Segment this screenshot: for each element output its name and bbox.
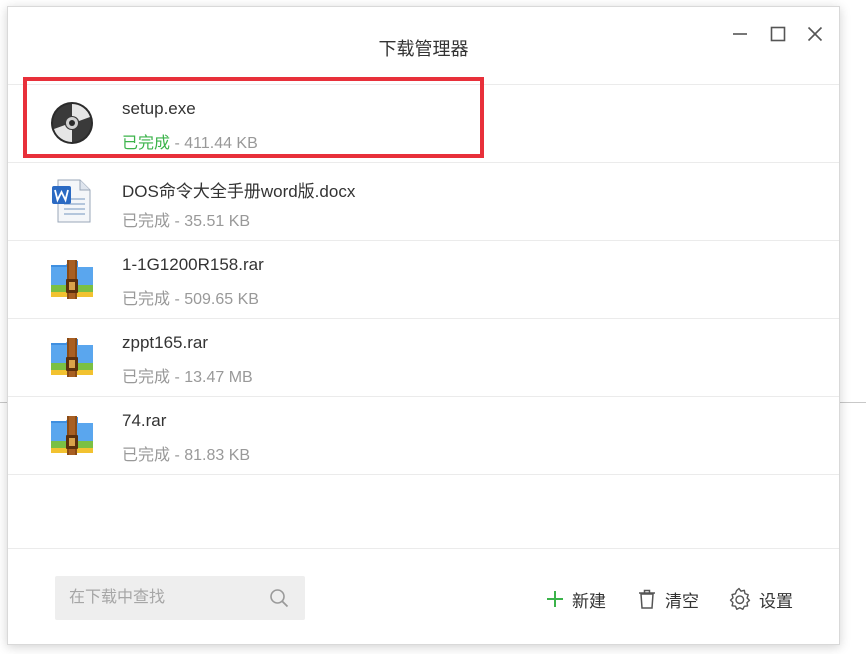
new-download-button[interactable]: 新建 bbox=[546, 586, 606, 612]
rar-archive-icon bbox=[48, 333, 96, 381]
new-label: 新建 bbox=[572, 591, 606, 611]
file-size: 81.83 KB bbox=[184, 447, 251, 464]
meta-separator: - bbox=[170, 447, 185, 464]
file-size: 35.51 KB bbox=[184, 213, 251, 230]
file-meta: 已完成 - 13.47 MB bbox=[122, 363, 253, 387]
clear-label: 清空 bbox=[665, 591, 699, 611]
word-document-icon bbox=[48, 177, 96, 225]
window-title: 下载管理器 bbox=[378, 39, 469, 59]
file-size: 13.47 MB bbox=[184, 369, 253, 386]
file-name: 74.rar bbox=[122, 411, 167, 430]
minimize-icon bbox=[733, 33, 747, 35]
trash-icon bbox=[639, 589, 655, 609]
background-text-fragment bbox=[0, 236, 6, 250]
file-meta: 已完成 - 81.83 KB bbox=[122, 441, 250, 465]
title-bar: 下载管理器 bbox=[8, 7, 839, 85]
minimize-button[interactable] bbox=[727, 21, 753, 47]
maximize-icon bbox=[770, 26, 786, 42]
status-text: 已完成 bbox=[122, 369, 171, 386]
footer-toolbar: 新建 清空 设置 bbox=[8, 548, 839, 645]
file-name: zppt165.rar bbox=[122, 333, 208, 352]
search-box bbox=[55, 576, 305, 620]
meta-separator: - bbox=[170, 291, 185, 308]
clear-button[interactable]: 清空 bbox=[637, 586, 699, 612]
download-item[interactable]: 1-1G1200R158.rar 已完成 - 509.65 KB bbox=[8, 241, 839, 319]
close-button[interactable] bbox=[802, 21, 828, 47]
status-text: 已完成 bbox=[122, 447, 171, 464]
download-list: setup.exe 已完成 - 411.44 KB DOS命令大全手册word版… bbox=[8, 85, 839, 475]
download-manager-window: 下载管理器 setup.exe 已完成 - 411.44 KB DOS命令大全手… bbox=[7, 6, 840, 645]
download-item[interactable]: DOS命令大全手册word版.docx 已完成 - 35.51 KB bbox=[8, 163, 839, 241]
rar-archive-icon bbox=[48, 255, 96, 303]
file-meta: 已完成 - 35.51 KB bbox=[122, 207, 250, 231]
status-text: 已完成 bbox=[122, 135, 171, 152]
status-text: 已完成 bbox=[122, 291, 171, 308]
settings-label: 设置 bbox=[759, 591, 793, 611]
close-icon bbox=[807, 26, 823, 42]
file-size: 411.44 KB bbox=[184, 135, 258, 152]
search-input[interactable] bbox=[55, 576, 269, 620]
meta-separator: - bbox=[170, 369, 185, 386]
rar-archive-icon bbox=[48, 411, 96, 459]
file-name: setup.exe bbox=[122, 99, 196, 118]
file-meta: 已完成 - 411.44 KB bbox=[122, 129, 258, 153]
settings-button[interactable]: 设置 bbox=[727, 586, 793, 612]
download-item[interactable]: setup.exe 已完成 - 411.44 KB bbox=[8, 85, 839, 163]
file-size: 509.65 KB bbox=[184, 291, 259, 308]
file-name: DOS命令大全手册word版.docx bbox=[122, 182, 356, 201]
meta-separator: - bbox=[170, 135, 185, 152]
download-item[interactable]: zppt165.rar 已完成 - 13.47 MB bbox=[8, 319, 839, 397]
download-item[interactable]: 74.rar 已完成 - 81.83 KB bbox=[8, 397, 839, 475]
file-name: 1-1G1200R158.rar bbox=[122, 255, 264, 274]
disc-installer-icon bbox=[48, 99, 96, 147]
plus-icon bbox=[547, 591, 563, 607]
maximize-button[interactable] bbox=[765, 21, 791, 47]
gear-icon bbox=[729, 587, 751, 610]
search-icon[interactable] bbox=[269, 588, 289, 608]
status-text: 已完成 bbox=[122, 213, 171, 230]
file-meta: 已完成 - 509.65 KB bbox=[122, 285, 259, 309]
meta-separator: - bbox=[170, 213, 185, 230]
